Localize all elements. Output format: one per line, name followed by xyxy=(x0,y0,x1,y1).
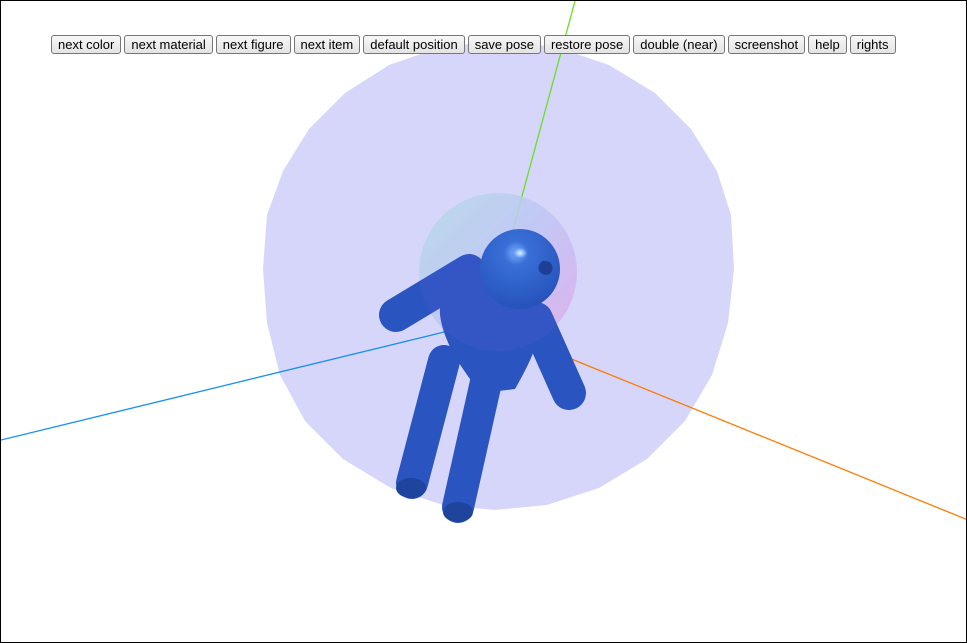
save-pose-button[interactable]: save pose xyxy=(467,35,541,54)
screenshot-button[interactable]: screenshot xyxy=(727,35,806,54)
default-position-button[interactable]: default position xyxy=(363,35,465,54)
help-button[interactable]: help xyxy=(808,35,847,54)
next-item-button[interactable]: next item xyxy=(293,35,361,54)
next-material-button[interactable]: next material xyxy=(124,35,213,54)
next-color-button[interactable]: next color xyxy=(51,35,122,54)
figure-right-foot xyxy=(443,502,473,522)
rights-button[interactable]: rights xyxy=(849,35,896,54)
viewer-canvas-frame[interactable]: next color next material next figure nex… xyxy=(0,0,967,643)
double-near-button[interactable]: double (near) xyxy=(633,35,725,54)
restore-pose-button[interactable]: restore pose xyxy=(543,35,631,54)
head-highlight xyxy=(511,246,529,260)
figure-left-foot xyxy=(396,478,426,498)
3d-viewport[interactable] xyxy=(1,1,967,643)
next-figure-button[interactable]: next figure xyxy=(215,35,291,54)
toolbar: next color next material next figure nex… xyxy=(51,35,896,54)
